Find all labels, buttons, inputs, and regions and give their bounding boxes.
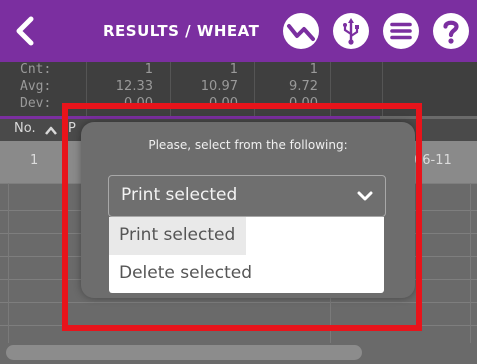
option-delete-selected[interactable]: Delete selected <box>109 255 384 293</box>
stat-cnt-col2: 1 <box>229 62 238 77</box>
column-header-p[interactable]: P <box>68 121 76 136</box>
chevron-down-icon <box>357 191 373 201</box>
row-number: 1 <box>30 153 39 168</box>
stat-dev-col1: 0.00 <box>124 96 153 111</box>
stat-avg-col3: 9.72 <box>289 79 318 94</box>
option-label: Print selected <box>119 225 236 245</box>
stats-divider <box>170 62 171 116</box>
stat-avg-col2: 10.97 <box>200 79 238 94</box>
row-date: 06-11 <box>414 153 452 168</box>
stat-cnt-col1: 1 <box>144 62 153 77</box>
stat-label-cnt: Cnt: <box>20 62 52 77</box>
selection-dialog: Please, select from the following: Print… <box>81 122 415 298</box>
stats-divider <box>86 62 87 116</box>
select-options: Print selected Delete selected <box>109 217 384 293</box>
back-icon[interactable] <box>10 14 40 48</box>
chart-icon[interactable] <box>282 12 320 50</box>
stat-cnt-col3: 1 <box>309 62 318 77</box>
sort-ascending-icon[interactable] <box>45 125 57 135</box>
usb-icon[interactable] <box>332 12 370 50</box>
grid-column-line <box>470 183 471 348</box>
stat-label-dev: Dev: <box>20 96 52 111</box>
help-icon[interactable] <box>432 12 470 50</box>
scrollbar-thumb[interactable] <box>6 345 362 360</box>
stats-divider <box>382 62 383 116</box>
stat-dev-col3: 0.00 <box>289 96 318 111</box>
select-value: Print selected <box>121 185 238 205</box>
page-title: RESULTS / WHEAT <box>103 22 260 40</box>
stat-dev-col2: 0.00 <box>209 96 238 111</box>
dialog-prompt: Please, select from the following: <box>148 138 348 152</box>
stats-panel <box>0 62 477 116</box>
grid-line <box>0 325 477 326</box>
grid-column-line <box>8 183 9 348</box>
stat-label-avg: Avg: <box>20 79 52 94</box>
action-select[interactable]: Print selected <box>108 175 386 217</box>
stats-divider <box>330 62 331 116</box>
stats-divider <box>254 62 255 116</box>
menu-icon[interactable] <box>382 12 420 50</box>
stat-avg-col1: 12.33 <box>115 79 153 94</box>
column-header-no[interactable]: No. <box>14 121 36 136</box>
grid-line <box>0 302 477 303</box>
option-label: Delete selected <box>119 263 253 283</box>
option-print-selected[interactable]: Print selected <box>109 217 246 255</box>
